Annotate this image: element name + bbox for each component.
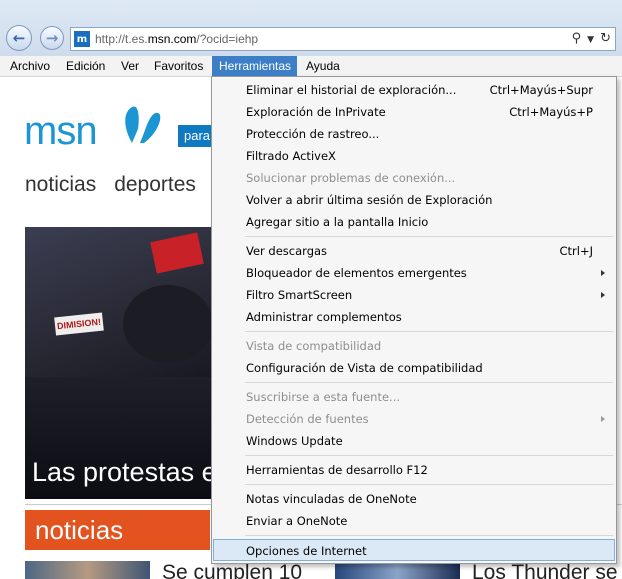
menu-item-popup-blocker[interactable]: Bloqueador de elementos emergentes [213, 262, 615, 284]
menu-item-smartscreen[interactable]: Filtro SmartScreen [213, 284, 615, 306]
nav-noticias[interactable]: noticias [25, 173, 96, 196]
menu-item-internet-options[interactable]: Opciones de Internet [213, 539, 615, 561]
menu-item-label: Eliminar el historial de exploración... [246, 83, 457, 97]
tools-menu: Eliminar el historial de exploración... … [211, 76, 617, 564]
back-button[interactable]: ← [6, 25, 32, 51]
menu-herramientas[interactable]: Herramientas [212, 56, 298, 76]
msn-site-icon: m [74, 31, 90, 47]
address-tools: ⚲ ▼ ↻ [566, 31, 611, 46]
submenu-arrow-icon [601, 270, 605, 276]
menu-separator [245, 331, 613, 332]
menu-item-tracking-protection[interactable]: Protección de rastreo... [213, 123, 615, 145]
menu-edicion[interactable]: Edición [61, 56, 110, 76]
menu-item-shortcut: Ctrl+J [559, 244, 594, 258]
menu-item-label: Volver a abrir última sesión de Explorac… [246, 193, 493, 207]
menu-ayuda[interactable]: Ayuda [301, 56, 345, 76]
menu-item-label: Notas vinculadas de OneNote [246, 492, 417, 506]
chevron-down-icon[interactable]: ▼ [587, 35, 594, 45]
menu-item-manage-addons[interactable]: Administrar complementos [213, 306, 615, 328]
menu-ver[interactable]: Ver [116, 56, 144, 76]
story-thumbnail[interactable] [25, 561, 150, 579]
menu-item-onenote-linked[interactable]: Notas vinculadas de OneNote [213, 488, 615, 510]
menu-item-label: Opciones de Internet [246, 544, 367, 558]
menu-item-label: Suscribirse a esta fuente... [246, 390, 401, 404]
menu-item-inprivate[interactable]: Exploración de InPrivate Ctrl+Mayús+P [213, 101, 615, 123]
menu-item-label: Filtro SmartScreen [246, 288, 353, 302]
hero-caption[interactable]: Las protestas e [32, 457, 217, 488]
menu-item-label: Ver descargas [246, 244, 328, 258]
menu-separator [245, 535, 613, 536]
menu-bar: Archivo Edición Ver Favoritos Herramient… [0, 56, 622, 77]
menu-archivo[interactable]: Archivo [5, 56, 55, 76]
msn-logo[interactable]: msn [24, 109, 98, 154]
browser-chrome: ← → m http://t.es.msn.com/?ocid=iehp ⚲ ▼ ↻ [0, 0, 622, 56]
url-prefix: http://t.es. [95, 32, 148, 46]
menu-item-label: Filtrado ActiveX [246, 149, 336, 163]
menu-item-label: Solucionar problemas de conexión... [246, 171, 456, 185]
menu-item-send-onenote[interactable]: Enviar a OneNote [213, 510, 615, 532]
magnifier-icon[interactable]: ⚲ [572, 31, 582, 46]
section-header[interactable]: noticias [25, 510, 210, 550]
menu-item-shortcut: Ctrl+Mayús+Supr [489, 83, 593, 97]
menu-item-label: Enviar a OneNote [246, 514, 348, 528]
forward-button[interactable]: → [40, 26, 64, 50]
menu-separator [245, 484, 613, 485]
menu-item-label: Configuración de Vista de compatibilidad [246, 361, 483, 375]
menu-item-label: Exploración de InPrivate [246, 105, 386, 119]
menu-item-feed-discovery: Detección de fuentes [213, 408, 615, 430]
url-host: msn.com [147, 32, 197, 46]
menu-item-windows-update[interactable]: Windows Update [213, 430, 615, 452]
menu-item-reopen-session[interactable]: Volver a abrir última sesión de Explorac… [213, 189, 615, 211]
menu-item-subscribe-feed: Suscribirse a esta fuente... [213, 386, 615, 408]
msn-butterfly-icon [125, 106, 161, 143]
menu-separator [245, 382, 613, 383]
menu-separator [245, 236, 613, 237]
menu-item-delete-history[interactable]: Eliminar el historial de exploración... … [213, 79, 615, 101]
menu-favoritos[interactable]: Favoritos [149, 56, 208, 76]
silhouette-shape [123, 285, 213, 363]
menu-item-label: Bloqueador de elementos emergentes [246, 266, 467, 280]
menu-item-view-downloads[interactable]: Ver descargas Ctrl+J [213, 240, 615, 262]
menu-item-label: Detección de fuentes [246, 412, 369, 426]
menu-item-label: Administrar complementos [246, 310, 402, 324]
menu-item-add-to-start[interactable]: Agregar sitio a la pantalla Inicio [213, 211, 615, 233]
address-bar[interactable]: m http://t.es.msn.com/?ocid=iehp ⚲ ▼ ↻ [70, 27, 616, 51]
nav-deportes[interactable]: deportes [114, 173, 196, 196]
url-text[interactable]: http://t.es.msn.com/?ocid=iehp [95, 32, 258, 46]
submenu-arrow-icon [601, 292, 605, 298]
submenu-arrow-icon [601, 416, 605, 422]
page-nav: noticias deportes [25, 173, 214, 197]
menu-item-fix-connection: Solucionar problemas de conexión... [213, 167, 615, 189]
menu-item-label: Herramientas de desarrollo F12 [246, 463, 428, 477]
protest-sign: DIMISION! [54, 312, 104, 336]
menu-item-label: Protección de rastreo... [246, 127, 380, 141]
menu-item-f12-tools[interactable]: Herramientas de desarrollo F12 [213, 459, 615, 481]
menu-separator [245, 455, 613, 456]
menu-item-activex-filtering[interactable]: Filtrado ActiveX [213, 145, 615, 167]
menu-item-compat-view: Vista de compatibilidad [213, 335, 615, 357]
url-suffix: /?ocid=iehp [196, 32, 259, 46]
arrow-right-icon: → [45, 28, 59, 47]
menu-item-label: Vista de compatibilidad [246, 339, 382, 353]
menu-item-compat-settings[interactable]: Configuración de Vista de compatibilidad [213, 357, 615, 379]
refresh-icon[interactable]: ↻ [600, 31, 611, 46]
menu-item-label: Windows Update [246, 434, 343, 448]
flag-shape [150, 232, 204, 274]
menu-item-shortcut: Ctrl+Mayús+P [509, 105, 593, 119]
menu-item-label: Agregar sitio a la pantalla Inicio [246, 215, 429, 229]
arrow-left-icon: ← [12, 28, 26, 47]
